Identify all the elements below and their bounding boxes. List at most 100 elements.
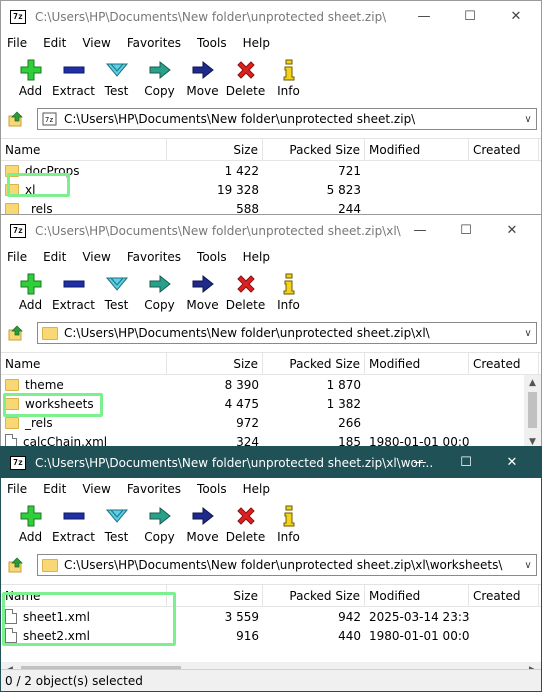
title-bar[interactable]: 7z C:\Users\HP\Documents\New folder\unpr… [1,447,541,478]
menu-help[interactable]: Help [241,250,272,264]
col-modified[interactable]: Modified [365,138,469,161]
item-name: theme [25,377,64,392]
minimize-button[interactable]: — [401,1,447,32]
path-combobox[interactable]: C:\Users\HP\Documents\New folder\unprote… [37,322,537,344]
folder-icon [5,183,19,196]
path-combobox[interactable]: C:\Users\HP\Documents\New folder\unprote… [37,554,537,576]
menu-help[interactable]: Help [241,36,272,50]
folder-icon [42,326,58,340]
chevron-down-icon[interactable]: ∨ [520,114,536,125]
col-created[interactable]: Created [469,584,539,607]
close-button[interactable]: ✕ [489,447,535,478]
list-item[interactable]: sheet2.xml 916 440 1980-01-01 00:00 [1,626,541,645]
col-created[interactable]: Created [469,352,539,375]
minimize-button[interactable]: — [397,447,443,478]
toolbar-delete-button[interactable]: Delete [224,504,267,544]
menu-file[interactable]: File [5,482,29,496]
list-item[interactable]: sheet1.xml 3 559 942 2025-03-14 23:37 [1,607,541,626]
title-bar[interactable]: 7z C:\Users\HP\Documents\New folder\unpr… [1,215,541,246]
test-icon [105,272,129,296]
toolbar-move-button[interactable]: Move [181,504,224,544]
menu-edit[interactable]: Edit [41,482,68,496]
menu-view[interactable]: View [80,36,112,50]
menu-favorites[interactable]: Favorites [125,482,183,496]
up-folder-icon[interactable] [7,110,25,128]
toolbar-extract-button[interactable]: Extract [52,58,95,98]
col-created[interactable]: Created [469,138,539,161]
list-item[interactable]: xl 19 328 5 823 [1,180,541,199]
minimize-button[interactable]: — [397,215,443,246]
menu-view[interactable]: View [80,482,112,496]
toolbar-extract-button[interactable]: Extract [52,504,95,544]
col-modified[interactable]: Modified [365,584,469,607]
menu-tools[interactable]: Tools [195,250,229,264]
info-icon [277,504,301,528]
toolbar-info-button[interactable]: Info [267,272,310,312]
toolbar-info-button[interactable]: Info [267,504,310,544]
toolbar-label: Delete [225,298,266,312]
close-button[interactable]: ✕ [489,215,535,246]
list-item[interactable]: docProps 1 422 721 [1,161,541,180]
up-folder-icon[interactable] [7,324,25,342]
col-size[interactable]: Size [167,138,263,161]
toolbar-add-button[interactable]: Add [9,272,52,312]
menu-edit[interactable]: Edit [41,36,68,50]
toolbar-delete-button[interactable]: Delete [224,272,267,312]
col-modified[interactable]: Modified [365,352,469,375]
maximize-button[interactable]: ☐ [443,447,489,478]
menu-tools[interactable]: Tools [195,36,229,50]
toolbar-extract-button[interactable]: Extract [52,272,95,312]
toolbar-copy-button[interactable]: Copy [138,58,181,98]
col-packed-size[interactable]: Packed Size [263,584,365,607]
col-name[interactable]: Name [1,352,167,375]
toolbar-add-button[interactable]: Add [9,504,52,544]
toolbar-delete-button[interactable]: Delete [224,58,267,98]
list-item[interactable]: worksheets 4 475 1 382 [1,394,541,413]
toolbar-copy-button[interactable]: Copy [138,272,181,312]
item-name-cell: worksheets [1,397,167,411]
col-size[interactable]: Size [167,584,263,607]
col-packed-size[interactable]: Packed Size [263,138,365,161]
list-item[interactable]: theme 8 390 1 870 [1,375,541,394]
close-button[interactable]: ✕ [493,1,539,32]
menu-favorites[interactable]: Favorites [125,250,183,264]
menu-tools[interactable]: Tools [195,482,229,496]
col-name[interactable]: Name [1,584,167,607]
toolbar-test-button[interactable]: Test [95,504,138,544]
menu-favorites[interactable]: Favorites [125,36,183,50]
toolbar-label: Add [18,84,43,98]
path-combobox[interactable]: 7z C:\Users\HP\Documents\New folder\unpr… [37,108,537,130]
menu-edit[interactable]: Edit [41,250,68,264]
list-item[interactable]: _rels 972 266 [1,413,541,432]
toolbar: Add Extract Test Copy Move Delete Info [1,54,541,106]
toolbar-move-button[interactable]: Move [181,272,224,312]
chevron-down-icon[interactable]: ∨ [520,328,536,339]
toolbar-move-button[interactable]: Move [181,58,224,98]
vertical-scrollbar[interactable]: ▲ ▼ [524,375,541,449]
toolbar-test-button[interactable]: Test [95,58,138,98]
delete-icon [234,272,258,296]
menu-file[interactable]: File [5,36,29,50]
title-bar[interactable]: 7z C:\Users\HP\Documents\New folder\unpr… [1,1,541,32]
col-size[interactable]: Size [167,352,263,375]
toolbar-label: Info [277,530,300,544]
maximize-button[interactable]: ☐ [443,215,489,246]
up-folder-icon[interactable] [7,556,25,574]
chevron-down-icon[interactable]: ∨ [520,560,536,571]
toolbar-label: Copy [144,84,175,98]
toolbar-copy-button[interactable]: Copy [138,504,181,544]
menu-file[interactable]: File [5,250,29,264]
toolbar-info-button[interactable]: Info [267,58,310,98]
maximize-button[interactable]: ☐ [447,1,493,32]
toolbar-add-button[interactable]: Add [9,58,52,98]
scroll-thumb[interactable] [528,392,537,428]
col-packed-size[interactable]: Packed Size [263,352,365,375]
item-size: 972 [236,415,259,430]
col-name[interactable]: Name [1,138,167,161]
toolbar-test-button[interactable]: Test [95,272,138,312]
menu-view[interactable]: View [80,250,112,264]
scroll-up-icon[interactable]: ▲ [524,375,541,392]
toolbar-label: Test [104,530,129,544]
folder-icon [5,164,19,177]
menu-help[interactable]: Help [241,482,272,496]
